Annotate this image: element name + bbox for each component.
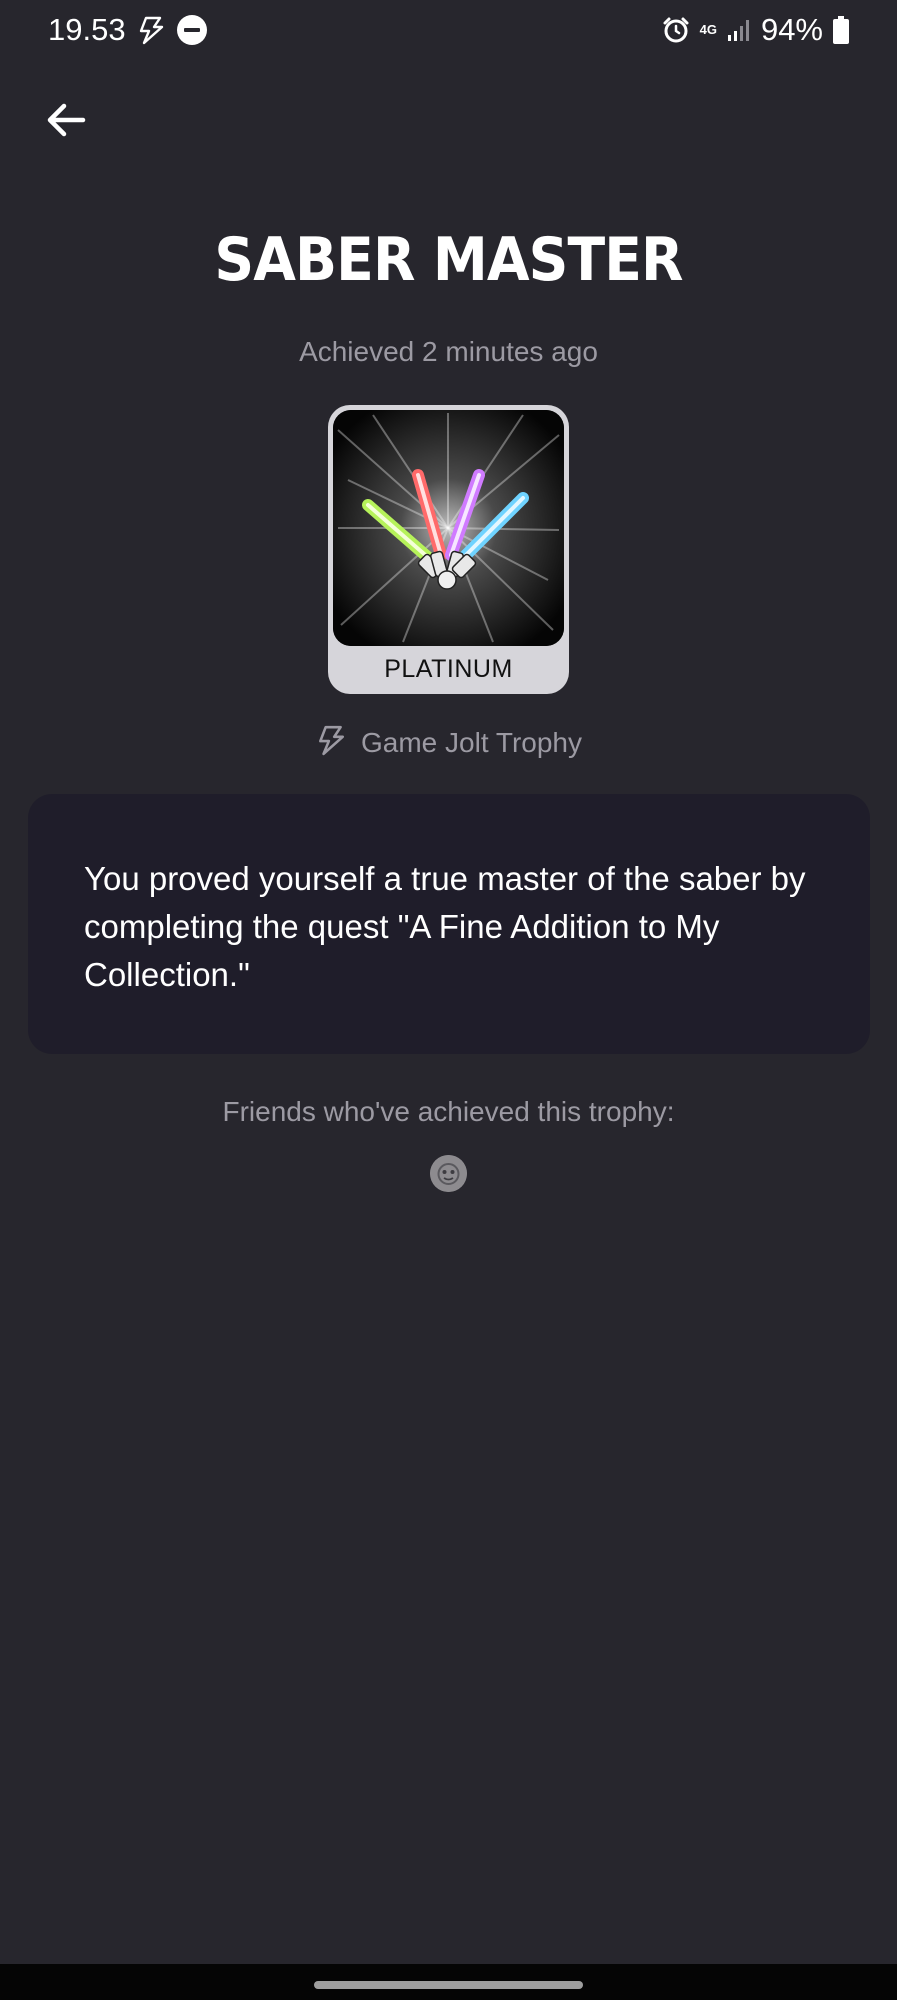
trophy-badge: PLATINUM	[328, 405, 569, 694]
trophy-tier-label: PLATINUM	[384, 655, 513, 683]
back-arrow-icon	[45, 99, 87, 146]
trophy-title: SABER MASTER	[214, 225, 683, 295]
friends-achieved-label: Friends who've achieved this trophy:	[222, 1096, 675, 1127]
saber-trophy-art	[333, 410, 564, 646]
status-right: 4G 94%	[662, 12, 849, 48]
trophy-image	[333, 410, 564, 646]
status-time: 19.53	[48, 12, 126, 47]
home-indicator[interactable]	[314, 1981, 583, 1989]
trophy-description: You proved yourself a true master of the…	[84, 860, 806, 993]
trophy-source: Game Jolt Trophy	[0, 724, 897, 761]
system-navigation-bar	[0, 1964, 897, 2000]
achieved-time: Achieved 2 minutes ago	[299, 336, 598, 367]
battery-percent: 94%	[760, 12, 823, 47]
battery-icon	[833, 16, 849, 44]
back-button[interactable]	[40, 96, 92, 148]
game-jolt-bolt-icon	[136, 15, 166, 45]
status-left: 19.53	[48, 12, 208, 48]
game-jolt-bolt-icon	[315, 724, 347, 761]
friend-avatar[interactable]	[430, 1155, 467, 1192]
avatar-image	[430, 1155, 467, 1192]
signal-icon	[727, 18, 751, 42]
alarm-icon	[662, 16, 690, 44]
trophy-source-label: Game Jolt Trophy	[361, 726, 582, 758]
trophy-description-card: You proved yourself a true master of the…	[28, 794, 870, 1054]
status-bar: 19.53 4G 94%	[0, 0, 897, 60]
network-4g-icon: 4G	[699, 22, 717, 37]
network-label: 4G	[699, 22, 717, 37]
do-not-disturb-icon	[176, 14, 208, 46]
